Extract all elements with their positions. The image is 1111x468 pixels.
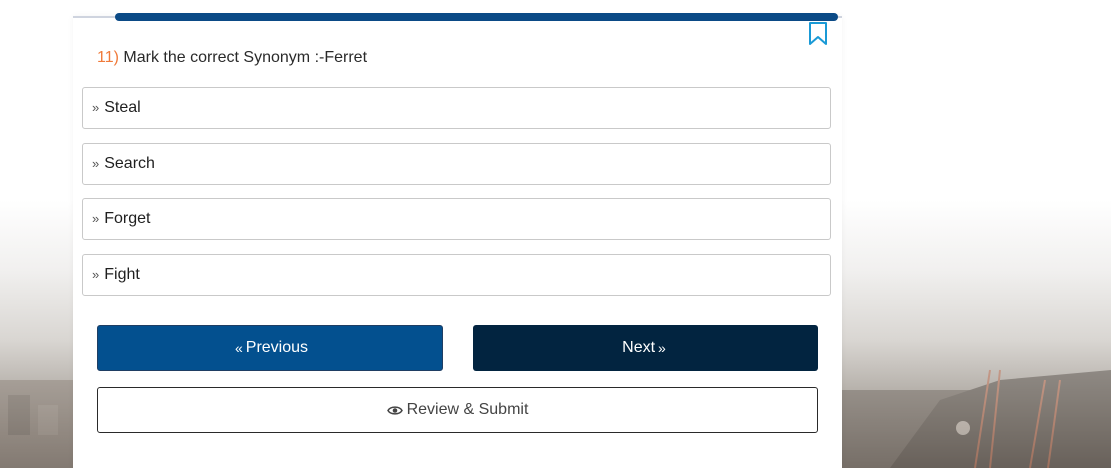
next-button-label: Next (622, 339, 656, 356)
question-prompt: Mark the correct Synonym :-Ferret (123, 49, 368, 66)
option-label: Steal (104, 99, 141, 116)
option-search[interactable]: » Search (82, 143, 831, 185)
eye-icon (386, 405, 403, 415)
previous-button-label: Previous (245, 339, 309, 356)
double-chevron-right-icon: » (92, 155, 100, 171)
previous-button[interactable]: « Previous (97, 325, 443, 371)
question-number: 11) (97, 49, 119, 66)
double-chevron-right-icon: » (92, 210, 100, 226)
bookmark-icon[interactable] (808, 22, 828, 46)
question-text: 11) Mark the correct Synonym :-Ferret (97, 49, 367, 67)
option-label: Forget (104, 210, 151, 227)
review-submit-button[interactable]: Review & Submit (97, 387, 818, 433)
double-chevron-right-icon: » (92, 266, 100, 282)
next-button[interactable]: Next » (473, 325, 818, 371)
double-chevron-left-icon: « (234, 340, 243, 356)
double-chevron-right-icon: » (92, 99, 100, 115)
option-label: Search (104, 155, 155, 172)
option-forget[interactable]: » Forget (82, 198, 831, 240)
double-chevron-right-icon: » (658, 340, 666, 356)
option-fight[interactable]: » Fight (82, 254, 831, 296)
progress-bar (115, 13, 838, 21)
option-steal[interactable]: » Steal (82, 87, 831, 129)
option-label: Fight (104, 266, 140, 283)
review-submit-label: Review & Submit (406, 401, 529, 418)
